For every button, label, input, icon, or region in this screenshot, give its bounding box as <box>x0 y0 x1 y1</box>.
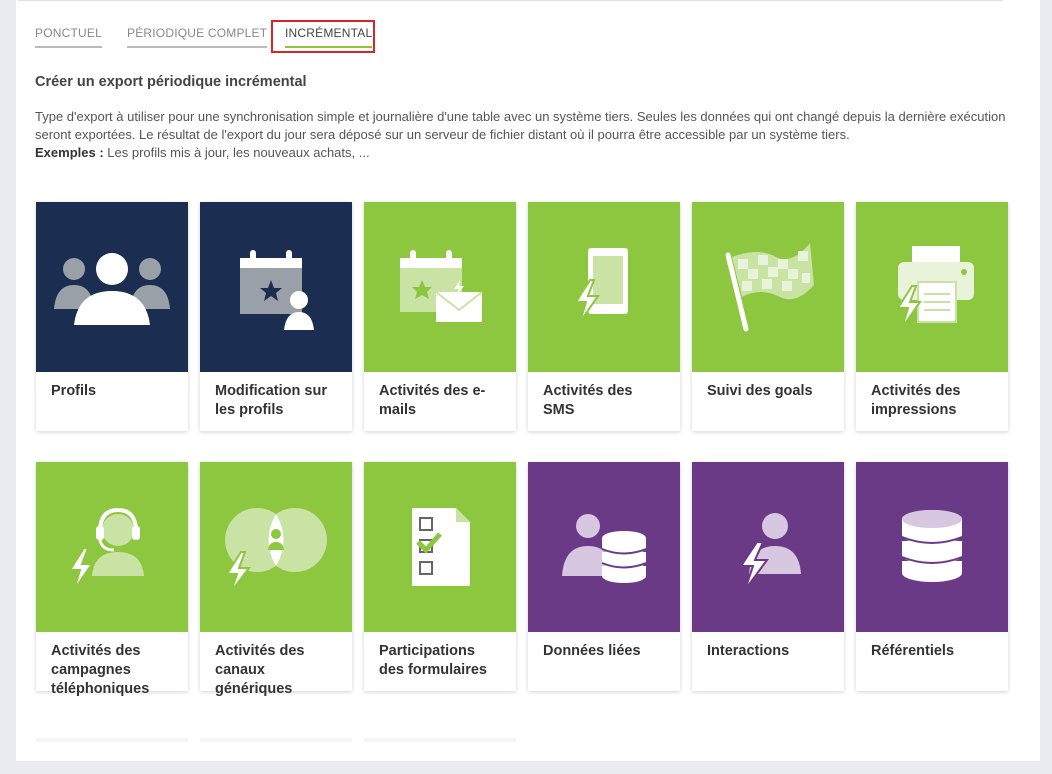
card-thumb <box>856 462 1008 632</box>
tab-incremental[interactable]: INCRÉMENTAL <box>285 26 373 48</box>
card-activites-impressions[interactable]: Activités des impressions <box>856 202 1008 431</box>
card-label: Activités des SMS <box>543 383 633 418</box>
checkered-flag-icon <box>725 243 814 332</box>
tab-periodique-complet[interactable]: PÉRIODIQUE COMPLET <box>127 26 268 48</box>
card-placeholder <box>364 738 516 742</box>
card-label: Données liées <box>543 643 641 659</box>
card-thumb <box>528 462 680 632</box>
user-lightning-icon <box>739 513 801 591</box>
card-label: Interactions <box>707 643 790 659</box>
user-database-icon <box>562 514 647 583</box>
card-referentiels[interactable]: Référentiels <box>856 462 1008 691</box>
description: Type d'export à utiliser pour une synchr… <box>35 108 1010 162</box>
tab-underline <box>127 46 268 48</box>
card-label: Activités des e-mails <box>379 383 486 418</box>
tab-underline <box>285 46 373 48</box>
calendar-profile-icon <box>240 250 314 330</box>
form-checklist-icon <box>412 508 470 586</box>
card-profils[interactable]: Profils <box>36 202 188 431</box>
card-canaux-generiques[interactable]: Activités des canaux génériques <box>200 462 352 697</box>
phone-lightning-icon <box>574 248 628 323</box>
tab-label: PÉRIODIQUE COMPLET <box>127 26 268 40</box>
database-icon <box>901 510 963 582</box>
description-text: Type d'export à utiliser pour une synchr… <box>35 109 1006 142</box>
card-modification-profils[interactable]: Modification sur les profils <box>200 202 352 431</box>
card-suivi-goals[interactable]: Suivi des goals <box>692 202 844 431</box>
tab-label: INCRÉMENTAL <box>285 26 373 40</box>
page-title: Créer un export périodique incrémental <box>35 74 307 90</box>
group-icon <box>54 253 170 325</box>
card-interactions[interactable]: Interactions <box>692 462 844 691</box>
card-label: Activités des impressions <box>871 383 961 418</box>
examples-text: Les profils mis à jour, les nouveaux ach… <box>107 145 370 160</box>
card-thumb <box>364 462 516 632</box>
card-thumb <box>36 462 188 632</box>
card-label: Suivi des goals <box>707 383 813 399</box>
card-thumb <box>856 202 1008 372</box>
tab-label: PONCTUEL <box>35 26 102 40</box>
card-placeholder <box>36 738 188 742</box>
printer-lightning-icon <box>896 246 974 329</box>
examples-label: Exemples : <box>35 145 104 160</box>
channels-lightning-icon <box>225 508 327 592</box>
card-participations-formulaires[interactable]: Participations des formulaires <box>364 462 516 691</box>
card-campagnes-telephoniques[interactable]: Activités des campagnes téléphoniques <box>36 462 188 697</box>
card-thumb <box>692 462 844 632</box>
card-thumb <box>528 202 680 372</box>
card-label: Participations des formulaires <box>379 643 487 678</box>
card-thumb <box>36 202 188 372</box>
card-label: Profils <box>51 383 97 399</box>
tab-underline <box>35 46 102 48</box>
card-activites-sms[interactable]: Activités des SMS <box>528 202 680 431</box>
card-thumb <box>364 202 516 372</box>
card-activites-emails[interactable]: Activités des e-mails <box>364 202 516 431</box>
card-thumb <box>692 202 844 372</box>
card-label: Référentiels <box>871 643 955 659</box>
card-donnees-liees[interactable]: Données liées <box>528 462 680 691</box>
tab-ponctuel[interactable]: PONCTUEL <box>35 26 102 48</box>
card-label: Activités des campagnes téléphoniques <box>51 643 150 697</box>
card-label: Modification sur les profils <box>215 383 327 418</box>
divider <box>18 0 1003 1</box>
card-placeholder <box>200 738 352 742</box>
headset-lightning-icon <box>68 507 144 591</box>
card-thumb <box>200 462 352 632</box>
card-label: Activités des canaux génériques <box>215 643 305 697</box>
card-thumb <box>200 202 352 372</box>
calendar-email-icon <box>400 250 483 322</box>
